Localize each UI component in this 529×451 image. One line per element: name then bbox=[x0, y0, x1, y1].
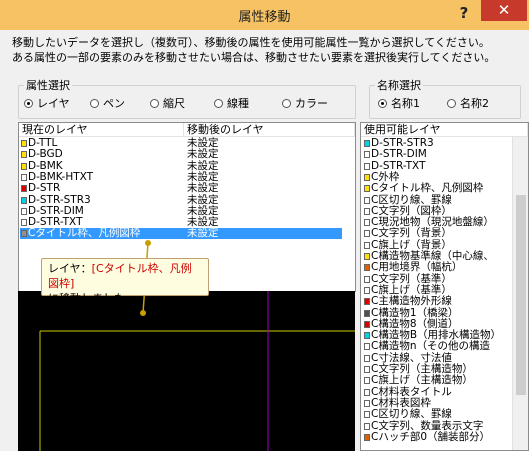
tooltip-pointer bbox=[142, 240, 151, 314]
tooltip-prefix: レイヤ： bbox=[48, 262, 92, 275]
move-tooltip: レイヤ：[Cタイトル枠、凡例図枠] に移動しました。 bbox=[41, 258, 209, 305]
tooltip-suffix: に移動しました。 bbox=[48, 292, 136, 305]
